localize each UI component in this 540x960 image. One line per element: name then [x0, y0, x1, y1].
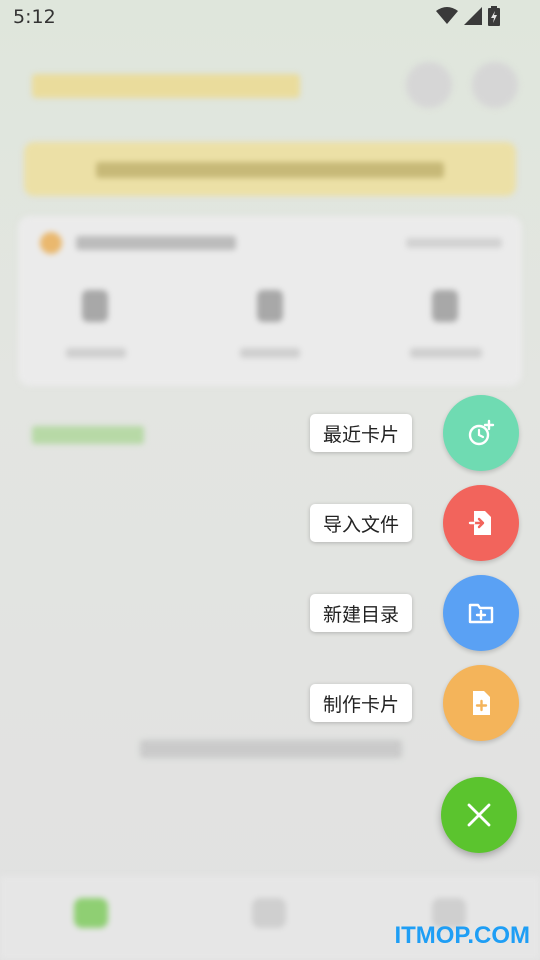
nav-home-icon: [74, 898, 108, 928]
recent-clock-icon[interactable]: [443, 395, 519, 471]
status-bar: 5:12: [0, 0, 540, 36]
fab-item-new-folder[interactable]: 新建目录: [0, 575, 540, 651]
fab-close-button[interactable]: [441, 777, 517, 853]
empty-hint: [140, 740, 402, 758]
fab-label-import-file[interactable]: 导入文件: [309, 504, 412, 542]
card-stat-icon: [257, 290, 283, 322]
signal-icon: [464, 7, 482, 25]
more-icon: [472, 62, 518, 108]
card-stat-icon: [432, 290, 458, 322]
top-title-placeholder: [32, 74, 300, 98]
fab-label-recent-cards[interactable]: 最近卡片: [309, 414, 412, 452]
import-file-icon[interactable]: [443, 485, 519, 561]
notice-banner: [24, 142, 516, 196]
card-stat-icon: [82, 290, 108, 322]
wifi-icon: [436, 7, 458, 24]
card-avatar: [40, 232, 62, 254]
nav-center-icon: [252, 898, 286, 928]
fab-item-recent-cards[interactable]: 最近卡片: [0, 395, 540, 471]
fab-item-make-card[interactable]: 制作卡片: [0, 665, 540, 741]
status-time: 5:12: [13, 6, 56, 28]
fab-item-import-file[interactable]: 导入文件: [0, 485, 540, 561]
close-icon: [467, 803, 491, 827]
fab-label-make-card[interactable]: 制作卡片: [309, 684, 412, 722]
fab-label-new-folder[interactable]: 新建目录: [309, 594, 412, 632]
battery-icon: [488, 6, 500, 26]
watermark: ITMOP.COM: [394, 922, 530, 949]
search-icon: [406, 62, 452, 108]
new-card-icon[interactable]: [443, 665, 519, 741]
summary-card: [18, 216, 522, 386]
new-folder-icon[interactable]: [443, 575, 519, 651]
